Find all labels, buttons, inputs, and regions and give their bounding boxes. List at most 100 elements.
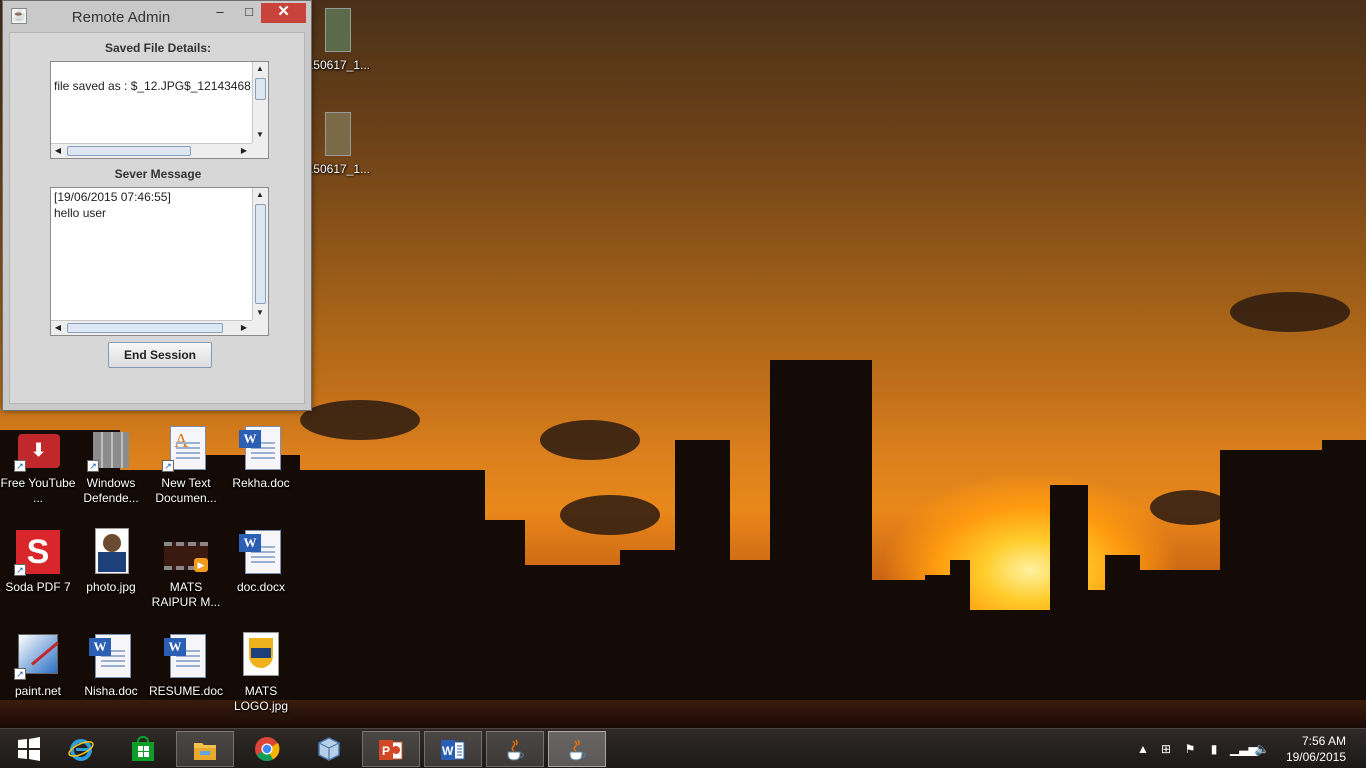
start-icon xyxy=(18,737,40,761)
taskbar-chrome[interactable] xyxy=(238,731,296,767)
desktop-icon-label: Soda PDF 7 xyxy=(5,580,71,594)
taskbar-powerpoint[interactable]: P xyxy=(362,731,420,767)
scroll-down-icon[interactable]: ▼ xyxy=(253,306,267,320)
start-button[interactable] xyxy=(0,731,58,767)
scroll-up-icon[interactable]: ▲ xyxy=(253,62,267,76)
taskbar-java-2[interactable] xyxy=(548,731,606,767)
desktop-icon-label: Rekha.doc xyxy=(232,476,290,490)
scroll-left-icon[interactable]: ◀ xyxy=(51,144,65,158)
desktop-icon-doc-docx[interactable]: W doc.docx xyxy=(223,528,299,595)
desktop-icon-label: paint.net xyxy=(14,684,62,698)
saved-file-textarea[interactable]: file saved as : $_12.JPG$_12143468 ▲ ▼ ◀… xyxy=(50,61,269,159)
system-tray: ▲ ⊞ ⚑ ▮ ▁▃▅ 🔈 7:56 AM 19/06/2015 xyxy=(1130,729,1366,768)
desktop-icon-free-youtube[interactable]: ⬇ ↗ Free YouTube ... xyxy=(0,424,76,506)
word-document-icon: W xyxy=(237,528,285,576)
text-document-icon: A ↗ xyxy=(162,424,210,472)
desktop-icon-photo-jpg[interactable]: photo.jpg xyxy=(73,528,149,595)
shortcut-arrow-icon: ↗ xyxy=(14,564,26,576)
scroll-right-icon[interactable]: ▶ xyxy=(237,321,251,335)
flag-icon[interactable]: ⚑ xyxy=(1182,741,1198,757)
scroll-thumb[interactable] xyxy=(255,204,266,304)
clock-date[interactable]: 19/06/2015 xyxy=(1266,750,1346,764)
internet-explorer-icon xyxy=(68,739,94,761)
windows-defender-icon: ↗ xyxy=(87,424,135,472)
scroll-thumb[interactable] xyxy=(255,78,266,100)
scroll-thumb[interactable] xyxy=(67,323,223,333)
desktop-icon-label: Nisha.doc xyxy=(84,684,138,698)
taskbar-word[interactable]: W xyxy=(424,731,482,767)
window-titlebar[interactable]: ☕ Remote Admin – □ ✕ xyxy=(3,1,311,31)
close-button[interactable]: ✕ xyxy=(261,3,306,23)
shortcut-arrow-icon: ↗ xyxy=(162,460,174,472)
taskbar-virtualbox[interactable] xyxy=(300,731,358,767)
server-message-line: [19/06/2015 07:46:55] xyxy=(54,190,171,204)
shortcut-arrow-icon: ↗ xyxy=(14,460,26,472)
scroll-up-icon[interactable]: ▲ xyxy=(253,188,267,202)
taskbar: P W ▲ ⊞ ⚑ ▮ ▁▃▅ 🔈 7:56 AM 19/06/2015 xyxy=(0,728,1366,768)
scroll-thumb[interactable] xyxy=(67,146,191,156)
desktop-icon-new-text-document[interactable]: A ↗ New Text Documen... xyxy=(148,424,224,506)
image-thumbnail-icon xyxy=(311,6,359,54)
taskbar-java-1[interactable] xyxy=(486,731,544,767)
vertical-scrollbar[interactable]: ▲ ▼ xyxy=(252,62,268,144)
maximize-button[interactable]: □ xyxy=(235,3,263,23)
server-message-textarea[interactable]: [19/06/2015 07:46:55] hello user ▲ ▼ ◀ ▶ xyxy=(50,187,269,336)
scroll-corner xyxy=(252,143,268,158)
desktop-icon-label: photo.jpg xyxy=(86,580,136,594)
svg-text:P: P xyxy=(382,744,390,758)
network-signal-icon[interactable]: ▁▃▅ xyxy=(1230,741,1258,757)
minimize-button[interactable]: – xyxy=(206,3,234,23)
end-session-button[interactable]: End Session xyxy=(108,342,212,368)
java-icon xyxy=(507,739,524,761)
taskbar-file-explorer[interactable] xyxy=(176,731,234,767)
desktop-icon-resume-doc[interactable]: W RESUME.doc xyxy=(148,632,224,699)
desktop-icon-mats-logo[interactable]: MATS LOGO.jpg xyxy=(223,632,299,714)
scroll-left-icon[interactable]: ◀ xyxy=(51,321,65,335)
chrome-icon xyxy=(255,737,280,762)
window-client-area: Saved File Details: file saved as : $_12… xyxy=(9,32,305,404)
shortcut-arrow-icon: ↗ xyxy=(87,460,99,472)
taskbar-store[interactable] xyxy=(114,731,172,767)
svg-text:W: W xyxy=(442,744,454,758)
desktop-icon-windows-defender[interactable]: ↗ Windows Defende... xyxy=(73,424,149,506)
scroll-down-icon[interactable]: ▼ xyxy=(253,128,267,142)
file-explorer-icon xyxy=(194,743,216,760)
java-icon xyxy=(569,739,586,761)
desktop-icon-paint-net[interactable]: ↗ paint.net xyxy=(0,632,76,699)
photo-icon xyxy=(87,528,135,576)
vertical-scrollbar[interactable]: ▲ ▼ xyxy=(252,188,268,321)
word-document-icon: W xyxy=(162,632,210,680)
youtube-downloader-icon: ⬇ ↗ xyxy=(14,424,62,472)
desktop-icon-label: doc.docx xyxy=(236,580,286,594)
desktop-icon-nisha-doc[interactable]: W Nisha.doc xyxy=(73,632,149,699)
video-file-icon: ▶ xyxy=(162,528,210,576)
show-hidden-icons-icon[interactable]: ▲ xyxy=(1135,741,1151,757)
action-center-icon[interactable]: ⊞ xyxy=(1158,741,1174,757)
clock-time[interactable]: 7:56 AM xyxy=(1266,734,1346,748)
paint-net-icon: ↗ xyxy=(14,632,62,680)
horizontal-scrollbar[interactable]: ◀ ▶ xyxy=(51,143,252,158)
horizontal-scrollbar[interactable]: ◀ ▶ xyxy=(51,320,252,335)
saved-file-details-label: Saved File Details: xyxy=(104,41,212,55)
desktop-icon-label: Windows Defende... xyxy=(83,476,139,505)
word-document-icon: W xyxy=(237,424,285,472)
desktop-icon-label: MATS RAIPUR M... xyxy=(151,580,221,609)
desktop-icon-soda-pdf[interactable]: S ↗ Soda PDF 7 xyxy=(0,528,76,595)
scroll-right-icon[interactable]: ▶ xyxy=(237,144,251,158)
server-message-label: Sever Message xyxy=(114,167,202,181)
store-icon xyxy=(132,736,154,761)
virtualbox-icon xyxy=(318,737,340,761)
battery-icon[interactable]: ▮ xyxy=(1206,741,1222,757)
shortcut-arrow-icon: ↗ xyxy=(14,668,26,680)
server-message-line: hello user xyxy=(54,206,107,220)
remote-admin-window[interactable]: ☕ Remote Admin – □ ✕ Saved File Details:… xyxy=(2,0,312,411)
taskbar-internet-explorer[interactable] xyxy=(52,731,110,767)
powerpoint-icon: P xyxy=(379,740,403,760)
water xyxy=(0,700,1366,728)
desktop-icon-label: New Text Documen... xyxy=(155,476,217,505)
desktop-icon-label: Free YouTube ... xyxy=(0,476,76,505)
desktop-icon-rekha-doc[interactable]: W Rekha.doc xyxy=(223,424,299,491)
desktop-icon-label: MATS LOGO.jpg xyxy=(233,684,289,713)
image-thumbnail-icon xyxy=(311,110,359,158)
desktop-icon-mats-video[interactable]: ▶ MATS RAIPUR M... xyxy=(148,528,224,610)
